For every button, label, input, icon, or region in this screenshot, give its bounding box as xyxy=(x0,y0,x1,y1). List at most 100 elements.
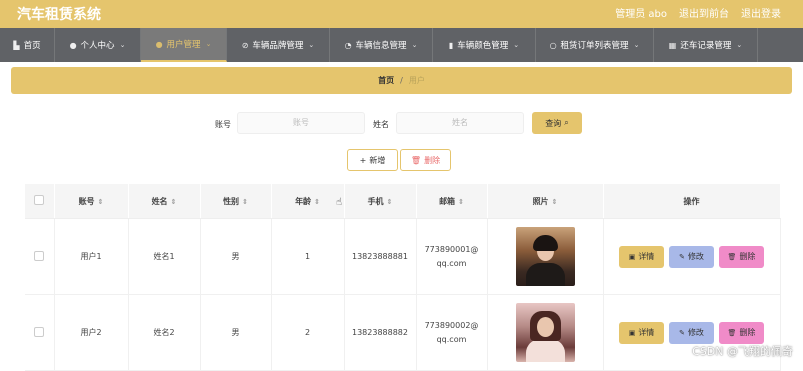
ops-cell: ▣ 详情 ✎ 修改 🗑 删除 xyxy=(603,218,781,295)
nav-item-profile[interactable]: ● 个人中心 ⌄ xyxy=(55,28,141,62)
nav-item-colors[interactable]: ▮ 车辆颜色管理 ⌄ xyxy=(433,28,536,62)
back-to-front-link[interactable]: 退出到前台 xyxy=(679,5,729,20)
column-label: 邮箱 xyxy=(439,196,456,206)
account-label: 账号 xyxy=(215,120,231,129)
nav-item-vehicles[interactable]: ◔ 车辆信息管理 ⌄ xyxy=(330,28,433,62)
trash-icon: 🗑 xyxy=(727,252,737,261)
detail-label: 详情 xyxy=(638,328,655,337)
email-text: 773890001@qq.com xyxy=(424,244,479,268)
user-icon: ● xyxy=(155,39,163,49)
column-label: 账号 xyxy=(78,196,95,206)
select-all-checkbox[interactable] xyxy=(34,195,45,205)
delete-label: 删除 xyxy=(739,252,756,261)
nav-label: 首页 xyxy=(23,41,41,51)
email-text: 773890002@qq.com xyxy=(424,320,479,344)
column-header[interactable]: 姓名 ⇕ xyxy=(128,184,201,219)
top-header: 汽车租赁系统 管理员 abo 退出到前台 退出登录 xyxy=(0,0,803,28)
gender-cell: 男 xyxy=(200,294,272,371)
admin-label: 管理员 abo xyxy=(615,9,667,20)
row-checkbox[interactable] xyxy=(34,250,45,261)
table-row: 用户2 姓名2 男 2 13823888882 773890002@qq.com… xyxy=(25,294,781,371)
user-photo xyxy=(515,227,575,286)
breadcrumb-home[interactable]: 首页 xyxy=(378,75,394,86)
delete-button[interactable]: 🗑 删除 xyxy=(719,321,764,344)
edit-button[interactable]: ✎ 修改 xyxy=(669,321,714,344)
column-header[interactable]: 照片 ⇕ xyxy=(487,184,604,219)
delete-label: 删除 xyxy=(424,155,441,165)
watermark: CSDN @飞翔的佩奇 xyxy=(692,345,793,358)
breadcrumb: 首页 / 用户 xyxy=(11,67,792,94)
chevron-down-icon: ⌄ xyxy=(633,41,640,49)
row-select-cell xyxy=(25,218,55,295)
chevron-down-icon: ⌄ xyxy=(205,40,212,48)
phone-cell: 13823888881 xyxy=(344,218,417,295)
sort-icon: ⇕ xyxy=(551,197,558,206)
column-header[interactable]: 性别 ⇕ xyxy=(200,184,272,219)
user-photo xyxy=(515,303,575,362)
sort-icon: ⇕ xyxy=(314,197,320,206)
nav-label: 还车记录管理 xyxy=(680,41,732,51)
phone-cell: 13823888882 xyxy=(344,294,417,371)
nav-item-returns[interactable]: ▦ 还车记录管理 ⌄ xyxy=(654,28,758,62)
column-header[interactable]: 账号 ⇕ xyxy=(54,184,129,219)
chevron-down-icon: ⌄ xyxy=(119,41,126,49)
add-button[interactable]: + 新增 xyxy=(347,149,398,171)
column-header[interactable]: 手机 ⇕ xyxy=(344,184,417,219)
nav-item-orders[interactable]: ○ 租赁订单列表管理 ⌄ xyxy=(536,28,654,62)
table-header-row: 账号 ⇕ 姓名 ⇕ 性别 ⇕ 年龄 ⇕ 手机 ⇕ 邮箱 ⇕ 照片 ⇕ 操作 xyxy=(25,184,781,219)
delete-button[interactable]: 🗑 删除 xyxy=(719,245,764,268)
gauge-icon: ◔ xyxy=(344,40,352,50)
nav-item-brands[interactable]: ⊘ 车辆品牌管理 ⌄ xyxy=(227,28,330,62)
row-checkbox[interactable] xyxy=(34,326,45,337)
delete-label: 删除 xyxy=(739,328,756,337)
chevron-down-icon: ⌄ xyxy=(411,41,418,49)
account-input[interactable] xyxy=(237,112,365,134)
header-links: 管理员 abo 退出到前台 退出登录 xyxy=(615,5,781,20)
edit-icon: ✎ xyxy=(679,328,685,337)
nav-label: 个人中心 xyxy=(80,41,115,51)
photo-hair xyxy=(532,235,558,251)
sort-icon: ⇕ xyxy=(386,197,393,206)
detail-button[interactable]: ▣ 详情 xyxy=(619,321,664,344)
brand-icon: ⊘ xyxy=(241,40,249,50)
trash-icon: 🗑 xyxy=(727,328,737,337)
column-label: 照片 xyxy=(532,196,549,206)
clock-icon: ○ xyxy=(549,40,557,50)
nav-item-users[interactable]: ● 用户管理 ⌄ xyxy=(141,28,227,62)
nav-label: 车辆信息管理 xyxy=(355,41,407,51)
batch-delete-button[interactable]: 🗑 删除 xyxy=(400,149,451,171)
nav-label: 用户管理 xyxy=(166,40,201,50)
column-label: 年龄 xyxy=(295,196,312,206)
column-label: 手机 xyxy=(367,196,384,206)
name-cell: 姓名1 xyxy=(128,218,201,295)
column-label: 操作 xyxy=(683,196,700,206)
detail-icon: ▣ xyxy=(628,328,636,337)
photo-face xyxy=(536,317,554,337)
trash-icon: 🗑 xyxy=(410,155,422,165)
photo-cell xyxy=(487,294,604,371)
chevron-down-icon: ⌄ xyxy=(736,41,743,49)
account-cell: 用户1 xyxy=(54,218,129,295)
detail-button[interactable]: ▣ 详情 xyxy=(619,245,664,268)
edit-label: 修改 xyxy=(687,328,704,337)
nav-label: 车辆颜色管理 xyxy=(457,41,509,51)
gender-cell: 男 xyxy=(200,218,272,295)
account-cell: 用户2 xyxy=(54,294,129,371)
column-header[interactable]: 邮箱 ⇕ xyxy=(416,184,488,219)
sort-icon: ⇕ xyxy=(458,197,464,206)
edit-button[interactable]: ✎ 修改 xyxy=(669,245,714,268)
mouse-cursor-icon: ☝ xyxy=(336,197,343,208)
home-icon: ▙ xyxy=(13,40,20,50)
row-actions: ▣ 详情 ✎ 修改 🗑 删除 xyxy=(605,245,779,268)
nav-item-home[interactable]: ▙ 首页 xyxy=(0,28,55,62)
column-label: 性别 xyxy=(223,196,240,206)
nav-label: 车辆品牌管理 xyxy=(252,41,304,51)
bar-chart-icon: ▮ xyxy=(448,40,454,50)
name-input[interactable] xyxy=(396,112,524,134)
add-label: 新增 xyxy=(369,155,386,165)
edit-icon: ✎ xyxy=(679,252,685,261)
column-header[interactable]: 年龄 ⇕ xyxy=(271,184,345,219)
query-button[interactable]: 查询 ⌕ xyxy=(532,112,582,134)
photo-cell xyxy=(487,218,604,295)
logout-link[interactable]: 退出登录 xyxy=(741,5,781,20)
